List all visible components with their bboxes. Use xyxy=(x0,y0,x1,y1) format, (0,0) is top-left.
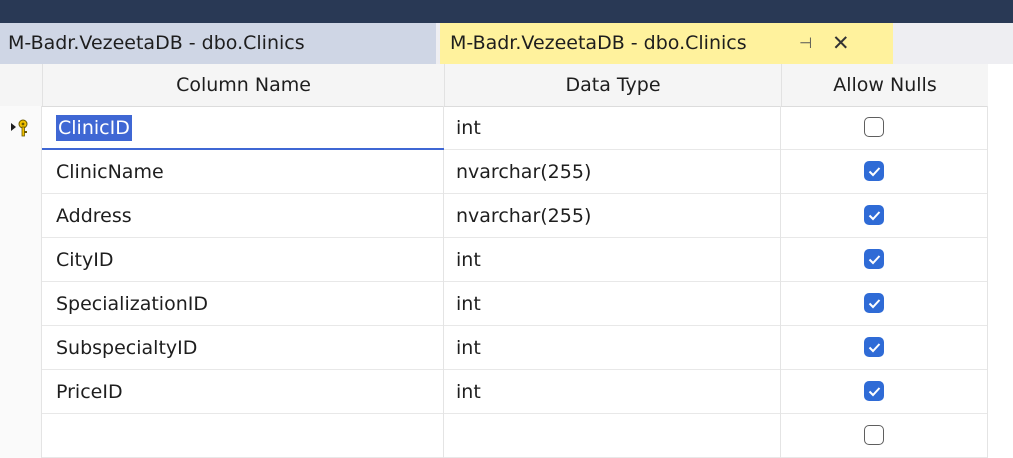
row-selector[interactable] xyxy=(0,150,42,194)
cell-column-name[interactable]: Address xyxy=(42,194,444,238)
allow-nulls-checkbox[interactable] xyxy=(864,425,884,445)
column-name-text: ClinicID xyxy=(56,115,132,141)
cell-allow-nulls xyxy=(781,326,988,370)
close-icon[interactable]: ✕ xyxy=(832,23,850,64)
cell-column-name[interactable]: CityID xyxy=(42,238,444,282)
primary-key-icon xyxy=(11,119,28,137)
column-name-text: PriceID xyxy=(56,381,123,403)
cell-allow-nulls xyxy=(781,106,988,150)
cell-allow-nulls xyxy=(781,370,988,414)
checkmark-icon xyxy=(868,167,881,177)
cell-allow-nulls xyxy=(781,282,988,326)
tab-inactive-label: M-Badr.VezeetaDB - dbo.Clinics xyxy=(8,32,305,54)
row-selector[interactable] xyxy=(0,238,42,282)
pin-icon[interactable]: ⊣ xyxy=(799,23,812,64)
allow-nulls-checkbox[interactable] xyxy=(864,161,884,181)
tab-active-label: M-Badr.VezeetaDB - dbo.Clinics xyxy=(450,32,747,54)
cell-data-type[interactable] xyxy=(444,414,781,458)
cell-data-type[interactable]: int xyxy=(444,326,781,370)
allow-nulls-checkbox[interactable] xyxy=(864,249,884,269)
tab-inactive[interactable]: M-Badr.VezeetaDB - dbo.Clinics xyxy=(0,23,436,64)
table-row[interactable]: SpecializationID int xyxy=(0,282,988,326)
table-designer-grid: Column Name Data Type Allow Nulls Clinic… xyxy=(0,64,1013,458)
data-type-text: int xyxy=(456,293,481,315)
data-type-text: int xyxy=(456,249,481,271)
cell-data-type[interactable]: int xyxy=(444,106,781,150)
cell-allow-nulls xyxy=(781,150,988,194)
cell-data-type[interactable]: nvarchar(255) xyxy=(444,150,781,194)
cell-allow-nulls xyxy=(781,194,988,238)
grid-right-margin xyxy=(988,64,1013,440)
allow-nulls-checkbox[interactable] xyxy=(864,205,884,225)
cell-column-name[interactable]: SubspecialtyID xyxy=(42,326,444,370)
checkmark-icon xyxy=(868,299,881,309)
checkmark-icon xyxy=(868,255,881,265)
table-row[interactable]: SubspecialtyID int xyxy=(0,326,988,370)
checkmark-icon xyxy=(868,343,881,353)
column-name-text: Address xyxy=(56,205,132,227)
row-selector[interactable] xyxy=(0,326,42,370)
allow-nulls-checkbox[interactable] xyxy=(864,117,884,137)
title-strip xyxy=(0,0,1013,23)
cell-column-name[interactable]: ClinicName xyxy=(42,150,444,194)
data-type-text: nvarchar(255) xyxy=(456,205,592,227)
cell-data-type[interactable]: int xyxy=(444,370,781,414)
header-column-name[interactable]: Column Name xyxy=(42,64,444,106)
checkmark-icon xyxy=(868,387,881,397)
allow-nulls-checkbox[interactable] xyxy=(864,337,884,357)
row-selector[interactable] xyxy=(0,194,42,238)
data-type-text: nvarchar(255) xyxy=(456,161,592,183)
checkmark-icon xyxy=(868,211,881,221)
table-row[interactable]: PriceID int xyxy=(0,370,988,414)
table-row[interactable] xyxy=(0,414,988,458)
column-name-text: SpecializationID xyxy=(56,293,208,315)
cell-column-name[interactable]: SpecializationID xyxy=(42,282,444,326)
column-name-text: ClinicName xyxy=(56,161,164,183)
row-selector[interactable] xyxy=(0,282,42,326)
cell-data-type[interactable]: nvarchar(255) xyxy=(444,194,781,238)
data-type-text: int xyxy=(456,381,481,403)
cell-data-type[interactable]: int xyxy=(444,238,781,282)
allow-nulls-checkbox[interactable] xyxy=(864,293,884,313)
column-name-text: SubspecialtyID xyxy=(56,337,198,359)
cell-allow-nulls xyxy=(781,414,988,458)
table-row[interactable]: Address nvarchar(255) xyxy=(0,194,988,238)
tab-active[interactable]: M-Badr.VezeetaDB - dbo.Clinics ⊣ ✕ xyxy=(440,23,893,64)
allow-nulls-checkbox[interactable] xyxy=(864,381,884,401)
row-selector[interactable] xyxy=(0,106,42,150)
row-selector[interactable] xyxy=(0,414,42,458)
data-type-text: int xyxy=(456,117,481,139)
cell-column-name[interactable]: ClinicID xyxy=(42,106,444,150)
grid-header: Column Name Data Type Allow Nulls xyxy=(0,64,988,107)
header-allow-nulls[interactable]: Allow Nulls xyxy=(781,64,988,106)
table-row[interactable]: CityID int xyxy=(0,238,988,282)
table-row[interactable]: ClinicID int xyxy=(0,106,988,150)
header-data-type[interactable]: Data Type xyxy=(444,64,781,106)
cell-column-name[interactable]: PriceID xyxy=(42,370,444,414)
cell-data-type[interactable]: int xyxy=(444,282,781,326)
cell-allow-nulls xyxy=(781,238,988,282)
column-name-text: CityID xyxy=(56,249,114,271)
row-selector[interactable] xyxy=(0,370,42,414)
table-row[interactable]: ClinicName nvarchar(255) xyxy=(0,150,988,194)
data-type-text: int xyxy=(456,337,481,359)
cell-column-name[interactable] xyxy=(42,414,444,458)
